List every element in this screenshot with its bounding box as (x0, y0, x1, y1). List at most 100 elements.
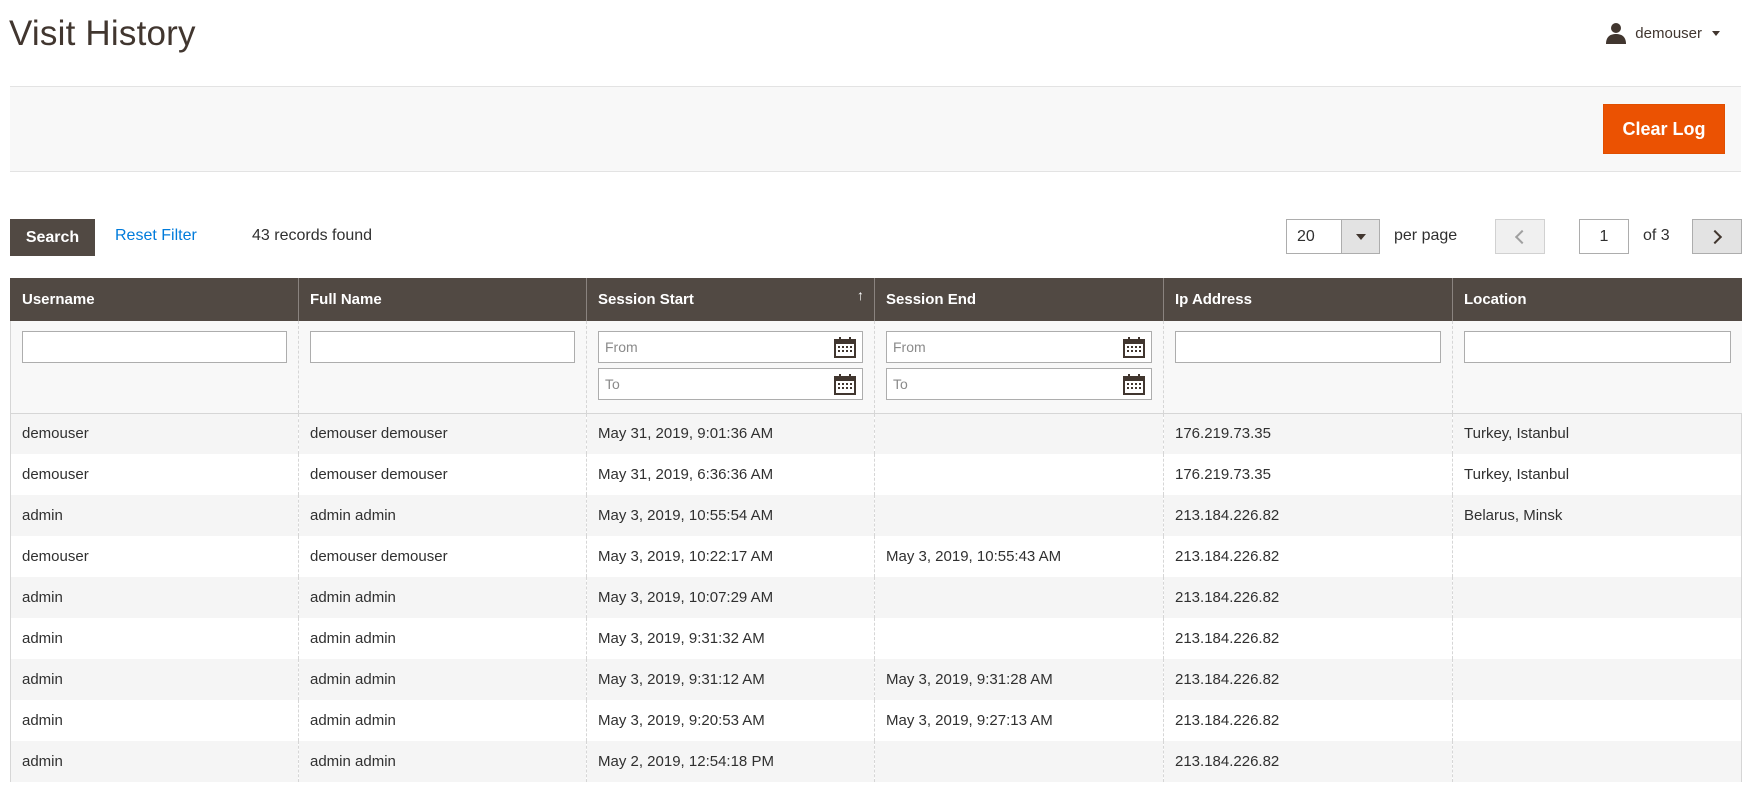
cell-session-end (874, 454, 1164, 495)
cell-session-start: May 3, 2019, 9:31:12 AM (586, 659, 875, 700)
cell-session-end: May 3, 2019, 9:31:28 AM (874, 659, 1164, 700)
column-header-session-end[interactable]: Session End (874, 278, 1164, 321)
filter-cell: From To (586, 321, 875, 414)
cell-ip-address: 176.219.73.35 (1163, 454, 1453, 495)
next-page-button[interactable] (1692, 219, 1742, 254)
calendar-icon[interactable] (1123, 337, 1145, 358)
grid-toolbar: Search Reset Filter 43 records found 20 … (10, 219, 1742, 256)
cell-session-start: May 31, 2019, 9:01:36 AM (586, 413, 875, 454)
table-row[interactable]: admin admin admin May 3, 2019, 9:20:53 AM M… (10, 700, 1742, 741)
cell-session-end: May 3, 2019, 9:27:13 AM (874, 700, 1164, 741)
cell-full-name: demouser demouser (298, 454, 587, 495)
reset-filter-link[interactable]: Reset Filter (115, 227, 197, 245)
filter-cell (1163, 321, 1453, 414)
previous-page-button[interactable] (1495, 219, 1545, 254)
chevron-left-icon (1514, 229, 1530, 244)
cell-location (1452, 618, 1742, 659)
clear-log-button[interactable]: Clear Log (1603, 104, 1725, 154)
per-page-label: per page (1394, 227, 1458, 244)
cell-session-end (874, 741, 1164, 782)
per-page-dropdown-button[interactable] (1341, 220, 1379, 253)
table-row[interactable]: demouser demouser demouser May 31, 2019, 9… (10, 413, 1742, 454)
full-name-filter-input[interactable] (310, 331, 575, 363)
cell-ip-address: 213.184.226.82 (1163, 700, 1453, 741)
table-row[interactable]: admin admin admin May 2, 2019, 12:54:18 PM… (10, 741, 1742, 782)
cell-session-start: May 3, 2019, 10:22:17 AM (586, 536, 875, 577)
filter-cell: From To (874, 321, 1164, 414)
cell-full-name: demouser demouser (298, 413, 587, 454)
cell-ip-address: 213.184.226.82 (1163, 536, 1453, 577)
cell-username: admin (10, 700, 299, 741)
cell-location (1452, 536, 1742, 577)
session-end-from-input[interactable]: From (886, 331, 1152, 363)
cell-location (1452, 577, 1742, 618)
filter-row: From To From To (10, 321, 1742, 414)
cell-full-name: demouser demouser (298, 536, 587, 577)
cell-full-name: admin admin (298, 659, 587, 700)
table-row[interactable]: admin admin admin May 3, 2019, 10:07:29 AM… (10, 577, 1742, 618)
cell-ip-address: 213.184.226.82 (1163, 618, 1453, 659)
cell-ip-address: 176.219.73.35 (1163, 413, 1453, 454)
sort-ascending-icon: ↑ (857, 287, 864, 303)
per-page-select[interactable]: 20 (1286, 219, 1380, 254)
page-actions-bar: Clear Log (10, 86, 1741, 172)
cell-location: Belarus, Minsk (1452, 495, 1742, 536)
cell-session-start: May 3, 2019, 10:55:54 AM (586, 495, 875, 536)
cell-session-start: May 2, 2019, 12:54:18 PM (586, 741, 875, 782)
table-row[interactable]: admin admin admin May 3, 2019, 9:31:12 AM M… (10, 659, 1742, 700)
cell-session-start: May 3, 2019, 9:20:53 AM (586, 700, 875, 741)
per-page-value: 20 (1297, 228, 1315, 245)
table-row[interactable]: admin admin admin May 3, 2019, 10:55:54 AM… (10, 495, 1742, 536)
search-button[interactable]: Search (10, 219, 95, 256)
user-name: demouser (1635, 24, 1702, 42)
from-placeholder: From (605, 339, 638, 355)
username-filter-input[interactable] (22, 331, 287, 363)
from-placeholder: From (893, 339, 926, 355)
chevron-down-icon (1712, 30, 1720, 36)
cell-session-start: May 3, 2019, 9:31:32 AM (586, 618, 875, 659)
page-number-input[interactable]: 1 (1579, 219, 1629, 254)
column-header-label: Session Start (598, 291, 694, 308)
location-filter-input[interactable] (1464, 331, 1731, 363)
filter-cell (298, 321, 587, 414)
cell-username: admin (10, 577, 299, 618)
cell-session-start: May 31, 2019, 6:36:36 AM (586, 454, 875, 495)
calendar-icon[interactable] (834, 374, 856, 395)
cell-username: admin (10, 618, 299, 659)
chevron-down-icon (1355, 233, 1366, 240)
table-row[interactable]: demouser demouser demouser May 31, 2019, 6… (10, 454, 1742, 495)
grid-header-row: Username Full Name Session Start ↑ Sessio… (10, 278, 1742, 321)
cell-ip-address: 213.184.226.82 (1163, 659, 1453, 700)
cell-full-name: admin admin (298, 577, 587, 618)
cell-ip-address: 213.184.226.82 (1163, 495, 1453, 536)
cell-username: admin (10, 659, 299, 700)
cell-session-end (874, 413, 1164, 454)
ip-address-filter-input[interactable] (1175, 331, 1441, 363)
user-icon (1606, 23, 1627, 44)
cell-session-end (874, 618, 1164, 659)
calendar-icon[interactable] (1123, 374, 1145, 395)
column-header-session-start[interactable]: Session Start ↑ (586, 278, 875, 321)
column-header-ip-address[interactable]: Ip Address (1163, 278, 1453, 321)
cell-username: admin (10, 741, 299, 782)
table-row[interactable]: admin admin admin May 3, 2019, 9:31:32 AM 2… (10, 618, 1742, 659)
column-header-username[interactable]: Username (10, 278, 299, 321)
cell-username: demouser (10, 536, 299, 577)
user-menu[interactable]: demouser (1605, 22, 1720, 44)
session-start-from-input[interactable]: From (598, 331, 863, 363)
cell-session-end: May 3, 2019, 10:55:43 AM (874, 536, 1164, 577)
cell-full-name: admin admin (298, 741, 587, 782)
cell-location (1452, 700, 1742, 741)
chevron-right-icon (1707, 229, 1723, 244)
cell-ip-address: 213.184.226.82 (1163, 741, 1453, 782)
column-header-full-name[interactable]: Full Name (298, 278, 587, 321)
cell-location: Turkey, Istanbul (1452, 413, 1742, 454)
cell-full-name: admin admin (298, 700, 587, 741)
session-end-to-input[interactable]: To (886, 368, 1152, 400)
calendar-icon[interactable] (834, 337, 856, 358)
column-header-location[interactable]: Location (1452, 278, 1742, 321)
session-start-to-input[interactable]: To (598, 368, 863, 400)
cell-username: demouser (10, 413, 299, 454)
cell-full-name: admin admin (298, 618, 587, 659)
table-row[interactable]: demouser demouser demouser May 3, 2019, 10… (10, 536, 1742, 577)
